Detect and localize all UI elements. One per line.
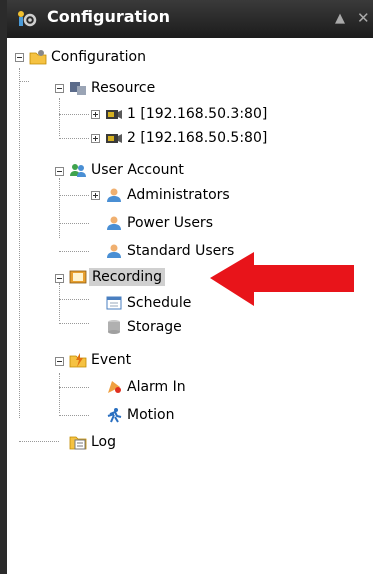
camera-icon: [106, 134, 122, 143]
running-man-icon: [107, 408, 122, 423]
log-document-icon: [69, 436, 87, 450]
annotation-arrow: [210, 252, 354, 306]
camera-icon: [106, 110, 122, 119]
tree-item-event[interactable]: Event: [69, 348, 131, 372]
user-group-icon: [107, 216, 121, 230]
tree-item-administrators[interactable]: Administrators: [105, 183, 230, 207]
calendar-icon: [106, 296, 122, 310]
tree-item-configuration[interactable]: Configuration: [29, 45, 146, 69]
tree-item-camera-2[interactable]: 2 [192.168.50.5:80]: [105, 126, 267, 150]
tree-item-power-users[interactable]: Power Users: [105, 211, 213, 235]
expander-camera-1[interactable]: [91, 110, 100, 119]
close-icon[interactable]: ✕: [357, 9, 370, 27]
server-icon: [70, 82, 86, 95]
alarm-icon: [108, 381, 121, 393]
tree-item-user-account[interactable]: User Account: [69, 158, 184, 182]
tree-item-schedule[interactable]: Schedule: [105, 291, 191, 315]
expander-event[interactable]: [55, 357, 64, 366]
tree-item-log[interactable]: Log: [69, 430, 116, 454]
event-bolt-icon: [69, 353, 87, 368]
tree-item-alarm-in[interactable]: Alarm In: [105, 375, 186, 399]
configuration-icon: [18, 11, 37, 27]
folder-settings-icon: [29, 50, 47, 65]
tree-item-motion[interactable]: Motion: [105, 403, 174, 427]
database-icon: [108, 320, 120, 334]
expander-resource[interactable]: [55, 84, 64, 93]
tree-item-storage[interactable]: Storage: [105, 315, 182, 339]
tree-item-camera-1[interactable]: 1 [192.168.50.3:80]: [105, 102, 267, 126]
expander-configuration[interactable]: [15, 53, 24, 62]
user-group-icon: [107, 244, 121, 258]
pin-icon[interactable]: ▲: [335, 11, 345, 26]
users-icon: [70, 164, 86, 177]
tree-item-resource[interactable]: Resource: [69, 76, 155, 100]
window-title: Configuration: [47, 7, 171, 26]
expander-user-account[interactable]: [55, 167, 64, 176]
expander-recording[interactable]: [55, 274, 64, 283]
window-frame: [0, 0, 7, 574]
expander-camera-2[interactable]: [91, 134, 100, 143]
titlebar: Configuration ▲ ✕: [7, 0, 373, 38]
film-icon: [69, 270, 87, 284]
expander-administrators[interactable]: [91, 191, 100, 200]
user-group-icon: [107, 188, 121, 202]
tree-item-recording[interactable]: Recording: [69, 265, 166, 289]
